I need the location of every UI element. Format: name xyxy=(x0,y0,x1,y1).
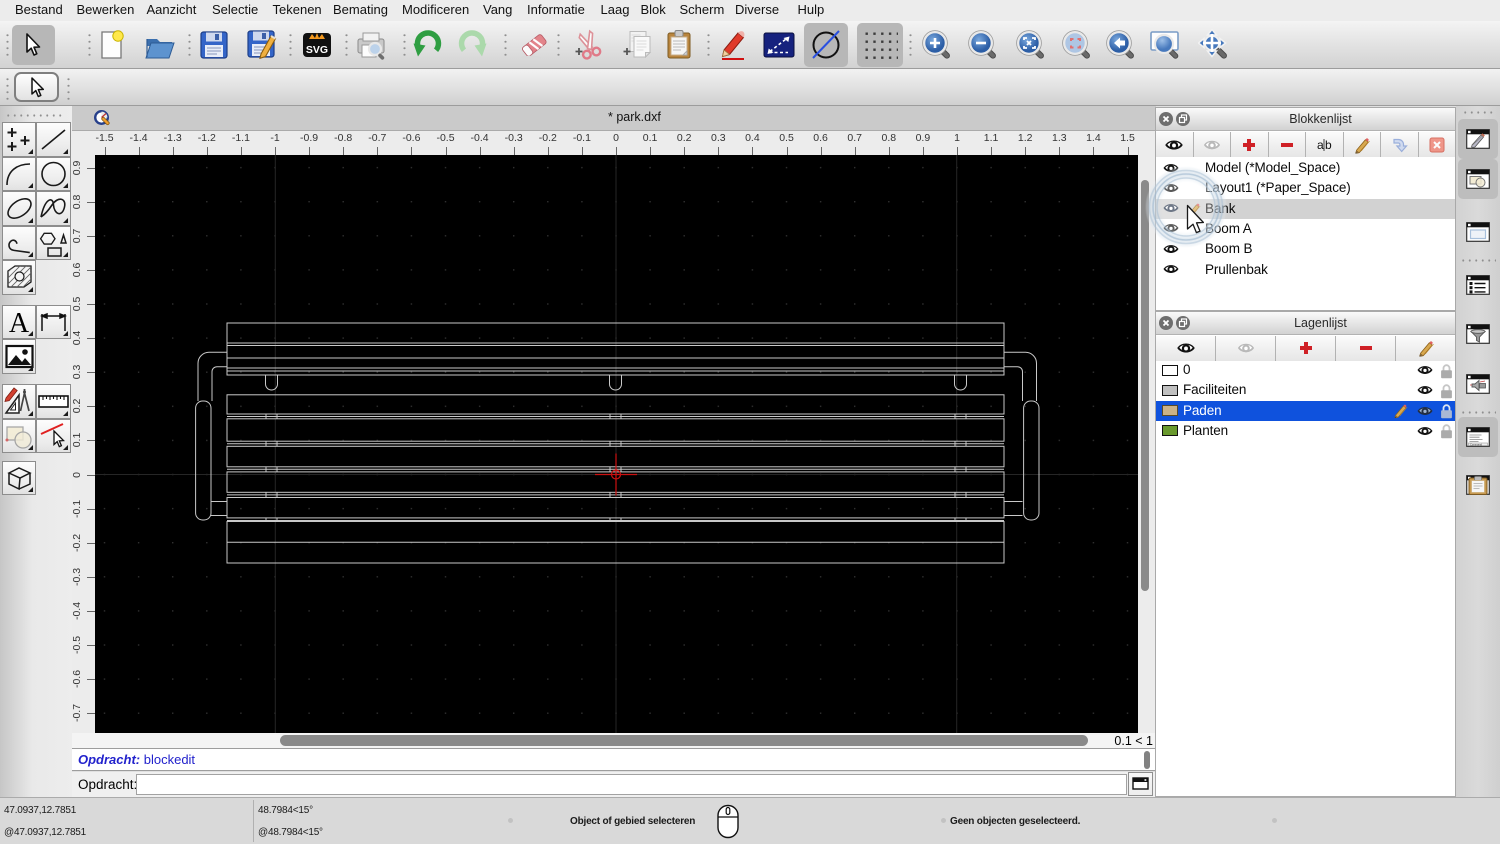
svg-text:SVG: SVG xyxy=(306,44,328,56)
svg-text:Command: Command xyxy=(1470,442,1483,446)
svg-text:b: b xyxy=(1325,138,1332,152)
svg-text:A: A xyxy=(8,308,29,339)
svg-text:a: a xyxy=(1317,138,1324,152)
